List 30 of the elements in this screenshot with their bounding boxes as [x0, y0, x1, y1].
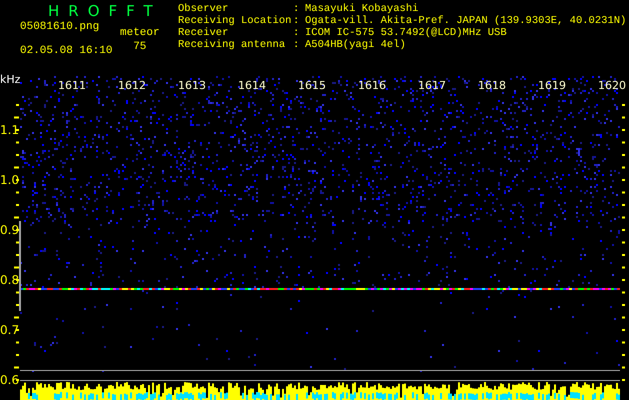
meteor-label: meteor	[120, 27, 160, 41]
time-label: 1613	[178, 80, 206, 91]
file-name: 05081610.png	[20, 21, 100, 35]
time-label: 1620	[598, 80, 626, 91]
axis-unit: kHz	[0, 74, 20, 85]
info-label: Observer	[178, 3, 230, 15]
info-label: Receiving Location	[178, 15, 292, 27]
info-value: Ogata-vill. Akita-Pref. JAPAN (139.9303E, 40.0231N)	[305, 15, 626, 27]
separator: :	[293, 39, 300, 51]
separator: :	[293, 15, 300, 27]
timestamp: 02.05.08 16:10	[20, 45, 114, 57]
info-value: Masayuki Kobayashi	[305, 3, 418, 15]
axis-label: 0.7	[0, 324, 20, 336]
time-label: 1615	[298, 80, 326, 91]
app-title: HROFFT	[47, 3, 163, 19]
info-label: Receiving antenna	[178, 39, 286, 51]
time-label: 1619	[538, 80, 566, 91]
time-label: 1618	[478, 80, 506, 91]
info-value: A504HB(yagi 4el)	[305, 39, 406, 51]
time-label: 1616	[358, 80, 386, 91]
info-label: Receiver	[178, 27, 230, 39]
time-label: 1611	[58, 80, 86, 91]
axis-label: 1.1	[0, 124, 20, 136]
separator: :	[293, 3, 300, 15]
time-label: 1612	[118, 80, 146, 91]
axis-label: 0.8	[0, 274, 20, 286]
info-value: ICOM IC-575 53.7492(@LCD)MHz USB	[305, 27, 507, 39]
separator: :	[293, 27, 300, 39]
meteor-count: 75	[133, 41, 146, 53]
time-label: 1614	[238, 80, 266, 91]
